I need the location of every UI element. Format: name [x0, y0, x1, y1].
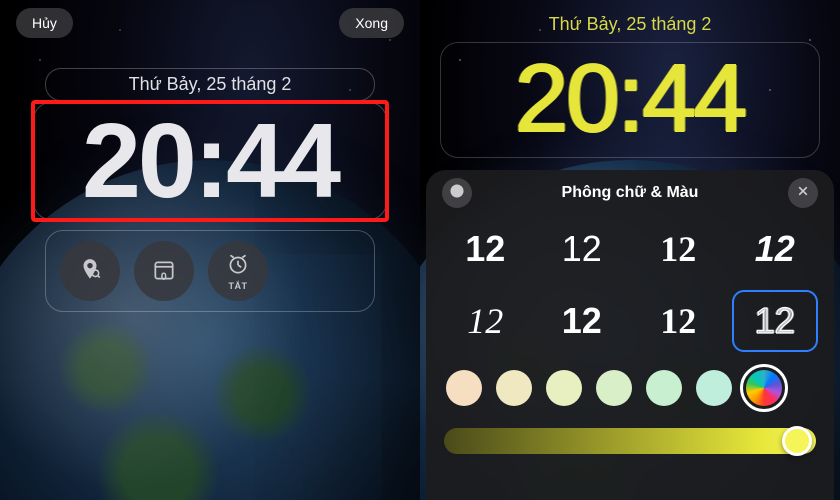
slider-thumb[interactable] [782, 426, 812, 456]
font-option-7[interactable]: 12 [732, 290, 819, 352]
location-widget-button[interactable] [60, 241, 120, 301]
font-option-0[interactable]: 12 [442, 218, 529, 280]
font-option-3[interactable]: 12 [732, 218, 819, 280]
calendar-widget-button[interactable]: 0 [134, 241, 194, 301]
vibrance-slider[interactable] [442, 426, 818, 456]
widget-suggestion-row[interactable]: 0 TẮT [45, 230, 375, 312]
font-option-2[interactable]: 12 [635, 218, 722, 280]
clock-time: 20:44 [82, 108, 338, 214]
font-option-6[interactable]: 12 [635, 290, 722, 352]
done-button[interactable]: Xong [339, 8, 404, 38]
cancel-button[interactable]: Hủy [16, 8, 73, 38]
color-swatch-3[interactable] [596, 370, 632, 406]
sheet-title: Phông chữ & Màu [562, 184, 699, 202]
color-swatch-5[interactable] [696, 370, 732, 406]
globe-icon [449, 183, 465, 204]
color-swatch-4[interactable] [646, 370, 682, 406]
clock-widget[interactable]: 20:44 [33, 102, 387, 220]
calendar-day-value: 0 [161, 271, 168, 283]
alarm-clock-icon [225, 251, 251, 279]
slider-track [444, 428, 816, 454]
font-options-grid: 1212121212121212 [442, 218, 818, 352]
alarm-widget-button[interactable]: TẮT [208, 241, 268, 301]
clock-time-styled: 20:44 [515, 51, 745, 147]
color-swatch-row [442, 370, 818, 406]
font-color-sheet: Phông chữ & Màu 1212121212121212 [426, 170, 834, 500]
font-option-1[interactable]: 12 [539, 218, 626, 280]
phone-left: Hủy Xong Thứ Bảy, 25 tháng 2 20:44 0 TẮT [0, 0, 420, 500]
color-swatch-2[interactable] [546, 370, 582, 406]
alarm-status-label: TẮT [229, 281, 248, 291]
phone-right: Thứ Bảy, 25 tháng 2 20:44 Phông chữ & Mà… [420, 0, 840, 500]
clock-widget[interactable]: 20:44 [440, 42, 820, 158]
font-option-5[interactable]: 12 [539, 290, 626, 352]
close-sheet-button[interactable] [788, 178, 818, 208]
date-widget[interactable]: Thứ Bảy, 25 tháng 2 [45, 68, 375, 101]
color-swatch-1[interactable] [496, 370, 532, 406]
color-swatch-0[interactable] [446, 370, 482, 406]
location-pin-icon [77, 257, 103, 285]
sheet-header: Phông chữ & Màu [442, 184, 818, 202]
numerals-globe-button[interactable] [442, 178, 472, 208]
font-option-4[interactable]: 12 [442, 290, 529, 352]
close-icon [795, 183, 811, 204]
editor-top-bar: Hủy Xong [0, 8, 420, 38]
color-spectrum-button[interactable] [746, 370, 782, 406]
date-label[interactable]: Thứ Bảy, 25 tháng 2 [420, 14, 840, 35]
